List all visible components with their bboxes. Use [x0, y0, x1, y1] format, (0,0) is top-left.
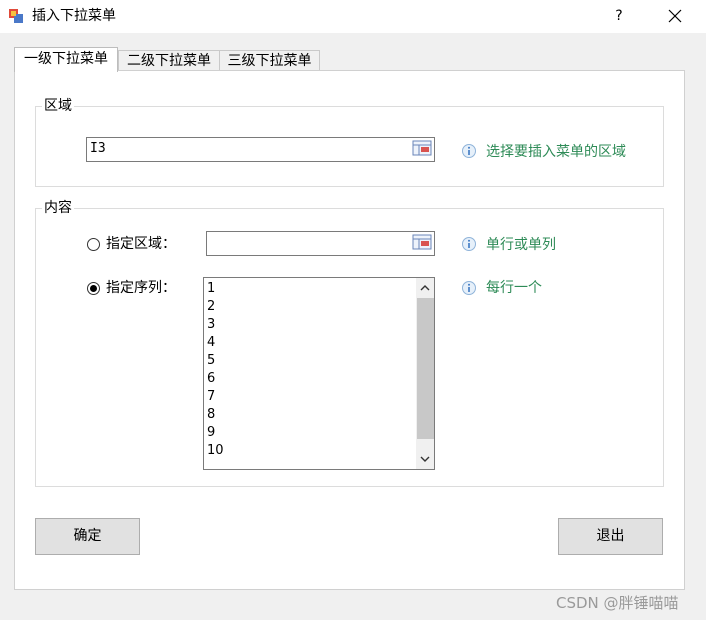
- sequence-line: 5: [207, 353, 216, 368]
- sequence-line: 2: [207, 299, 216, 314]
- info-icon: [462, 237, 476, 251]
- radio-selected-dot: [90, 285, 97, 292]
- range-hint: 单行或单列: [486, 237, 556, 253]
- sequence-line: 9: [207, 425, 216, 440]
- sequence-line: 10: [207, 443, 224, 458]
- sequence-line: 3: [207, 317, 216, 332]
- sequence-line: 1: [207, 281, 216, 296]
- range-select-icon[interactable]: [412, 140, 432, 156]
- sequence-line: 6: [207, 371, 216, 386]
- tab-panel: 区域 I3 选择要插入菜单的区域 内容 指定区域： 单行或单列 指定序列： 1 …: [14, 70, 685, 590]
- exit-button[interactable]: 退出: [558, 518, 663, 555]
- tab-level-2[interactable]: 二级下拉菜单: [118, 50, 220, 71]
- watermark: CSDN @胖锤喵喵: [556, 594, 679, 612]
- sequence-hint: 每行一个: [486, 280, 542, 296]
- chevron-down-icon[interactable]: [418, 452, 432, 466]
- content-group: 内容 指定区域： 单行或单列 指定序列： 1 2 3 4 5 6 7 8 9 1…: [35, 200, 664, 487]
- scroll-thumb[interactable]: [417, 298, 434, 439]
- chevron-up-icon[interactable]: [418, 281, 432, 295]
- sequence-line: 4: [207, 335, 216, 350]
- sequence-lines: 1 2 3 4 5 6 7 8 9 10: [207, 280, 224, 460]
- region-input-value: I3: [90, 141, 106, 156]
- sequence-scrollbar[interactable]: [416, 278, 434, 469]
- region-hint: 选择要插入菜单的区域: [486, 144, 626, 160]
- sequence-line: 7: [207, 389, 216, 404]
- title-bar: 插入下拉菜单 ?: [0, 0, 706, 33]
- tab-level-3[interactable]: 三级下拉菜单: [219, 50, 320, 71]
- radio-range[interactable]: [87, 238, 100, 251]
- window-title: 插入下拉菜单: [32, 8, 116, 24]
- info-icon: [462, 281, 476, 295]
- content-legend: 内容: [42, 200, 74, 216]
- range-input[interactable]: [206, 231, 435, 256]
- radio-range-label: 指定区域：: [106, 236, 176, 252]
- sequence-textarea[interactable]: 1 2 3 4 5 6 7 8 9 10: [203, 277, 435, 470]
- radio-sequence[interactable]: [87, 282, 100, 295]
- close-icon[interactable]: [652, 2, 698, 30]
- tab-level-1[interactable]: 一级下拉菜单: [14, 47, 118, 72]
- range-select-icon[interactable]: [412, 234, 432, 250]
- region-group: 区域 I3 选择要插入菜单的区域: [35, 98, 664, 187]
- region-input[interactable]: I3: [86, 137, 435, 162]
- region-legend: 区域: [42, 98, 74, 114]
- radio-sequence-label: 指定序列：: [106, 280, 176, 296]
- sequence-line: 8: [207, 407, 216, 422]
- help-button[interactable]: ?: [596, 2, 642, 30]
- ok-button[interactable]: 确定: [35, 518, 140, 555]
- app-icon: [9, 9, 23, 23]
- info-icon: [462, 144, 476, 158]
